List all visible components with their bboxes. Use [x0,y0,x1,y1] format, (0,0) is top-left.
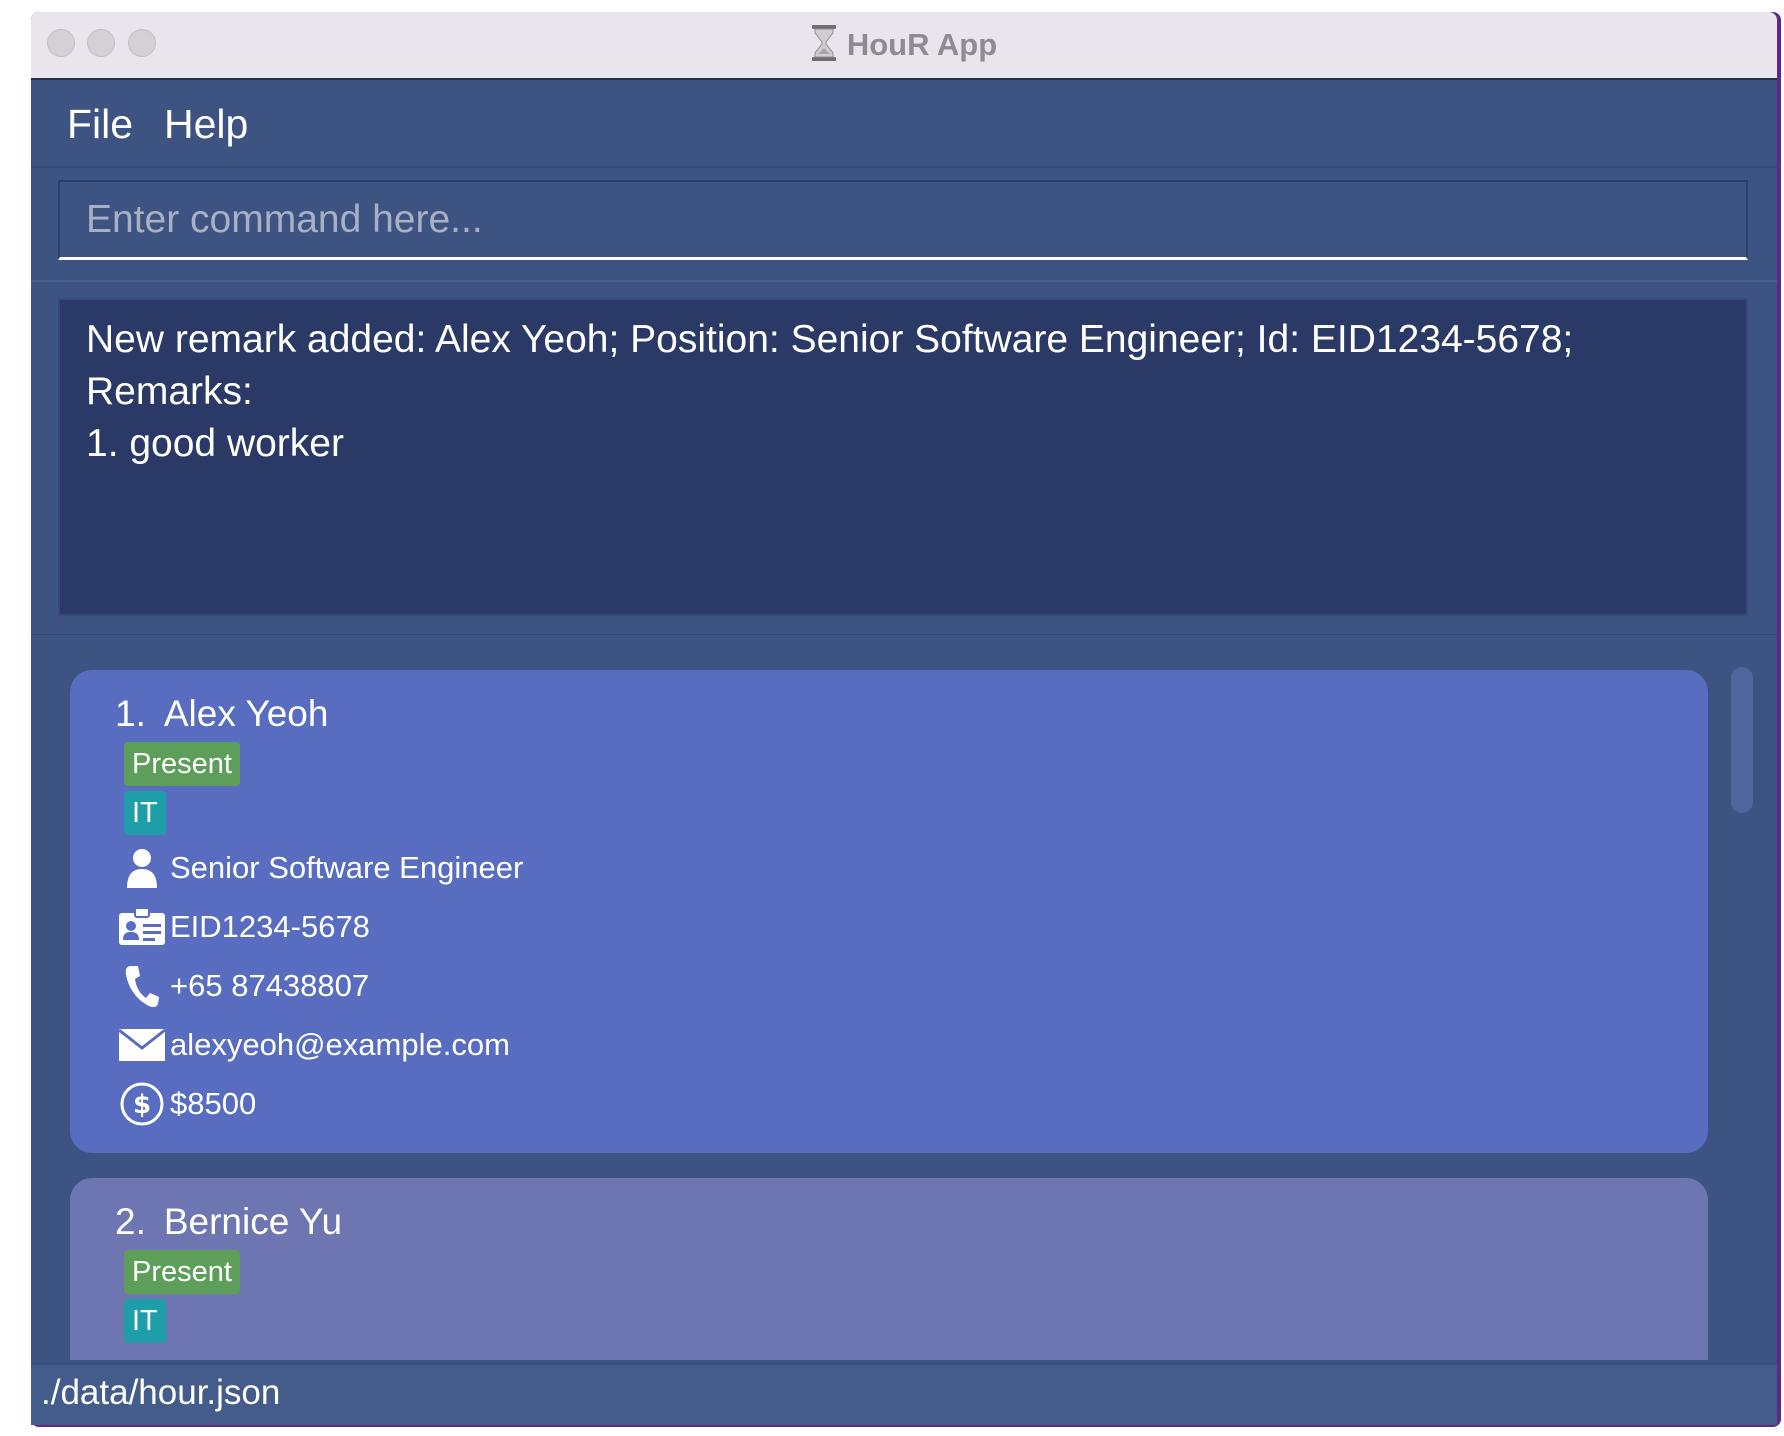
email-field: alexyeoh@example.com [118,1019,510,1071]
employee-name: Alex Yeoh [163,693,329,734]
envelope-icon [118,1021,166,1069]
dollar-coin-icon: $ [118,1080,166,1128]
email-text: alexyeoh@example.com [170,1027,510,1062]
salary-text: $8500 [170,1086,257,1121]
employee-name-line: 2. Bernice Yu [115,1201,342,1243]
window-title: HouR App [846,27,998,62]
salary-field: $ $8500 [118,1078,256,1130]
employee-card[interactable]: 1. Alex Yeoh Present IT Senior Software E… [70,670,1708,1153]
status-bar: ./data/hour.json [31,1363,1777,1425]
position-text: Senior Software Engineer [170,850,524,885]
phone-icon [118,962,166,1010]
employee-name-line: 1. Alex Yeoh [115,693,328,735]
list-scrollbar[interactable] [1731,667,1753,1319]
result-display[interactable]: New remark added: Alex Yeoh; Position: S… [58,298,1748,616]
phone-field: +65 87438807 [118,960,369,1012]
department-tag: IT [124,791,166,835]
employee-id-text: EID1234-5678 [170,909,370,944]
status-tag: Present [124,1250,240,1294]
menu-help[interactable]: Help [164,101,248,148]
person-icon [118,844,166,892]
employee-list[interactable]: 1. Alex Yeoh Present IT Senior Software E… [31,635,1777,1360]
id-field: EID1234-5678 [118,901,370,953]
command-input[interactable] [58,180,1748,260]
id-card-icon [118,903,166,951]
data-file-path: ./data/hour.json [41,1373,281,1412]
employee-index: 1. [115,693,146,734]
position-field: Senior Software Engineer [118,842,523,894]
app-window: HouR App File Help New remark added: Ale… [31,12,1777,1425]
department-tag: IT [124,1299,166,1343]
result-pane: New remark added: Alex Yeoh; Position: S… [31,280,1777,637]
window-title-group: HouR App [31,12,1777,78]
menu-bar: File Help [31,80,1777,168]
status-tag: Present [124,742,240,786]
employee-card[interactable]: 2. Bernice Yu Present IT [70,1178,1708,1360]
employee-name: Bernice Yu [163,1201,343,1242]
employee-index: 2. [115,1201,146,1242]
phone-text: +65 87438807 [170,968,370,1003]
title-bar[interactable]: HouR App [31,12,1777,80]
svg-text:$: $ [133,1090,151,1120]
list-scrollbar-thumb[interactable] [1731,667,1753,813]
command-pane [31,168,1777,278]
hourglass-icon [811,25,837,65]
menu-file[interactable]: File [67,101,133,148]
